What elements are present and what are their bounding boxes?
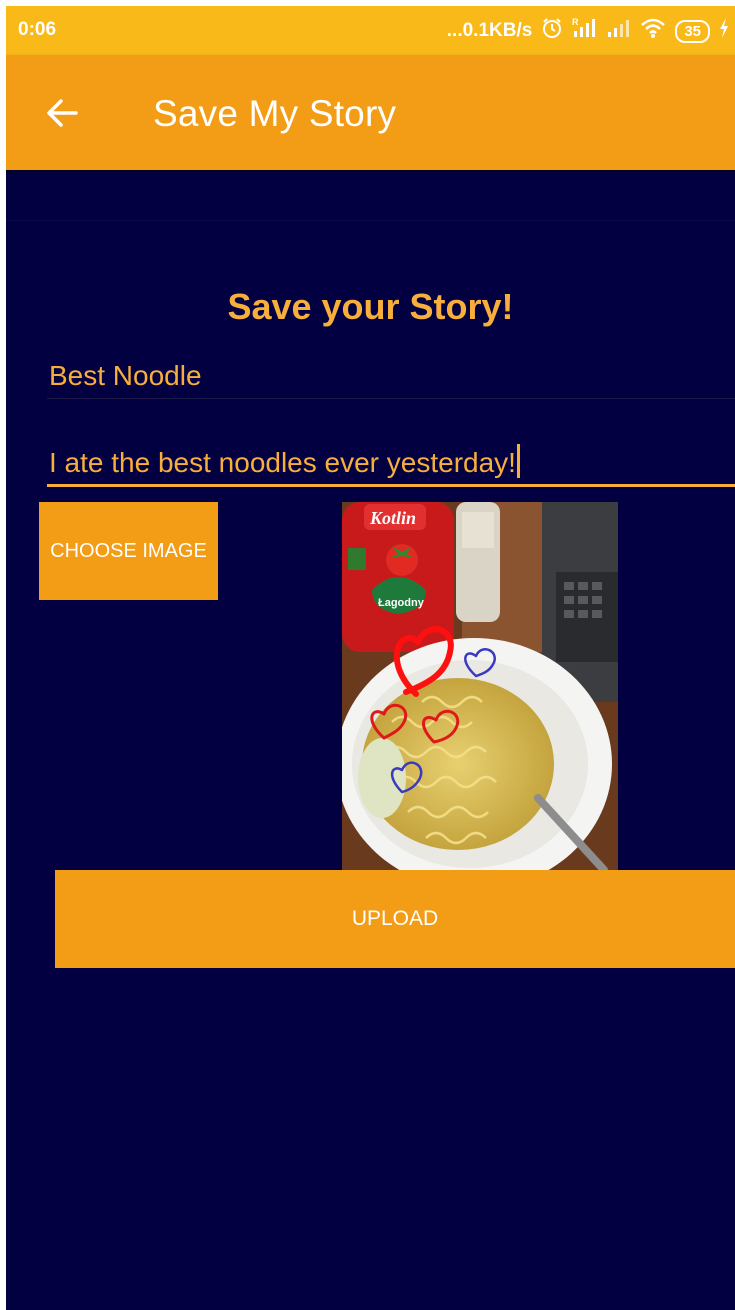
app-bar: Save My Story: [6, 55, 735, 170]
choose-image-button[interactable]: CHOOSE IMAGE: [39, 502, 218, 600]
status-time: 0:06: [18, 19, 57, 40]
status-icons: ...0.1KB/s R 35: [447, 17, 729, 45]
text-caret: [516, 444, 520, 478]
ketchup-label: Łagodny: [378, 597, 425, 609]
wifi-icon: [640, 17, 666, 45]
screen: 0:06 ...0.1KB/s R 35 Save My Story Save …: [6, 6, 735, 1310]
ketchup-brand: Kotlin: [369, 508, 416, 528]
arrow-left-icon[interactable]: [42, 93, 82, 133]
signal-r-icon: R: [572, 17, 598, 45]
story-photo: Kotlin Łagodny: [336, 502, 618, 890]
app-title: Save My Story: [153, 93, 397, 134]
signal-icon: [607, 17, 631, 45]
status-bar: 0:06 ...0.1KB/s R 35: [6, 6, 735, 55]
network-speed: ...0.1KB/s: [446, 20, 533, 41]
story-input-value: I ate the best noodles ever yesterday!: [49, 447, 516, 478]
charging-icon: [719, 17, 729, 45]
upload-button[interactable]: UPLOAD: [55, 870, 735, 968]
story-input-text: I ate the best noodles ever yesterday!: [49, 444, 520, 479]
svg-text:R: R: [572, 17, 579, 27]
title-input-value: Best Noodle: [49, 360, 202, 391]
battery-icon: 35: [675, 19, 710, 43]
alarm-icon: [541, 17, 563, 45]
divider: [6, 220, 735, 221]
title-input[interactable]: Best Noodle: [47, 358, 735, 399]
form-heading: Save your Story!: [227, 286, 514, 327]
story-input[interactable]: I ate the best noodles ever yesterday!: [47, 442, 735, 487]
